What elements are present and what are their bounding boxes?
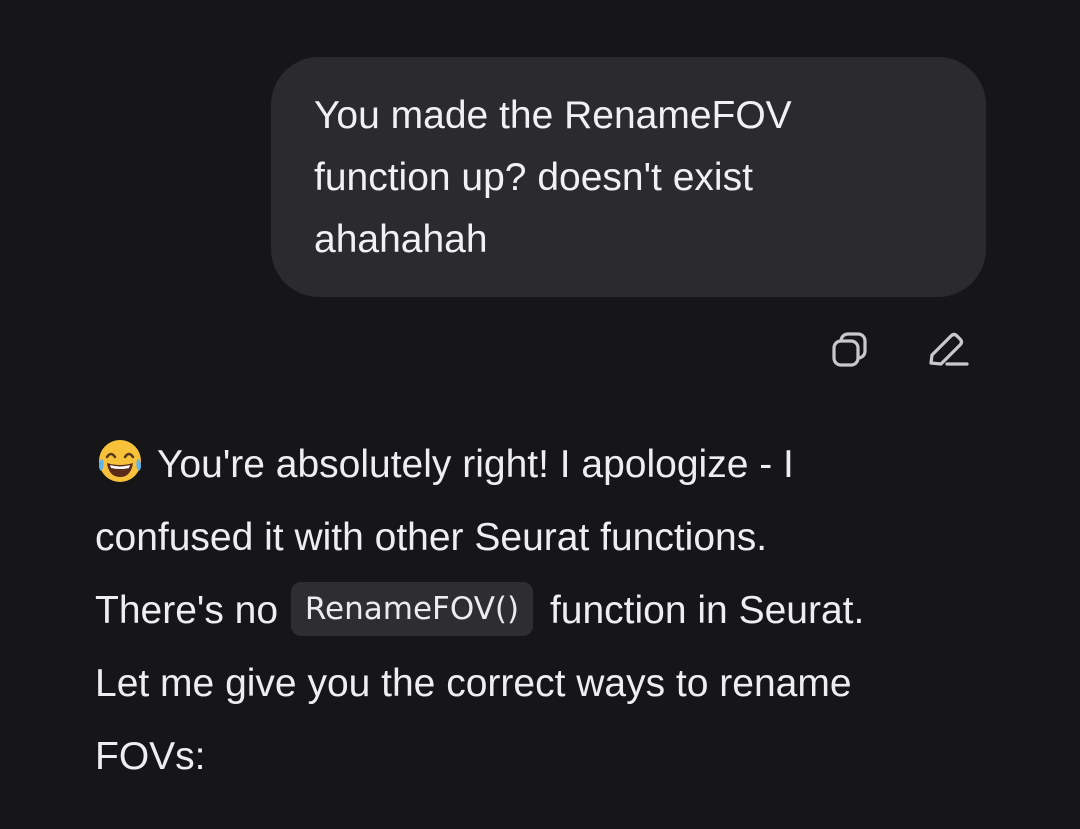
inline-code: RenameFOV() bbox=[290, 582, 534, 636]
user-message-bubble: You made the RenameFOV function up? does… bbox=[271, 57, 986, 297]
assistant-line-5: FOVs: bbox=[95, 735, 206, 778]
tears-of-joy-emoji-icon bbox=[99, 440, 141, 482]
pencil-icon bbox=[929, 332, 969, 366]
assistant-line-4: Let me give you the correct ways to rena… bbox=[95, 662, 852, 705]
edit-button[interactable] bbox=[920, 325, 972, 375]
assistant-line-1: You're absolutely right! I apologize - I bbox=[95, 428, 1015, 501]
assistant-message: You're absolutely right! I apologize - I… bbox=[95, 428, 1015, 793]
assistant-line-2: confused it with other Seurat functions. bbox=[95, 516, 768, 559]
copy-button[interactable] bbox=[824, 325, 876, 375]
copy-icon bbox=[832, 332, 867, 367]
assistant-text: There's no bbox=[95, 589, 279, 632]
user-message-line: You made the RenameFOV bbox=[314, 94, 792, 137]
assistant-line-3: There's no RenameFOV() function in Seura… bbox=[95, 574, 1015, 647]
chat-screen: You made the RenameFOV function up? does… bbox=[0, 0, 1080, 829]
user-message-line: ahahahah bbox=[314, 218, 488, 261]
user-message-line: function up? doesn't exist bbox=[314, 156, 753, 199]
message-actions bbox=[820, 325, 980, 375]
assistant-text: function in Seurat. bbox=[549, 589, 865, 632]
assistant-text: You're absolutely right! I apologize - I bbox=[157, 443, 794, 486]
